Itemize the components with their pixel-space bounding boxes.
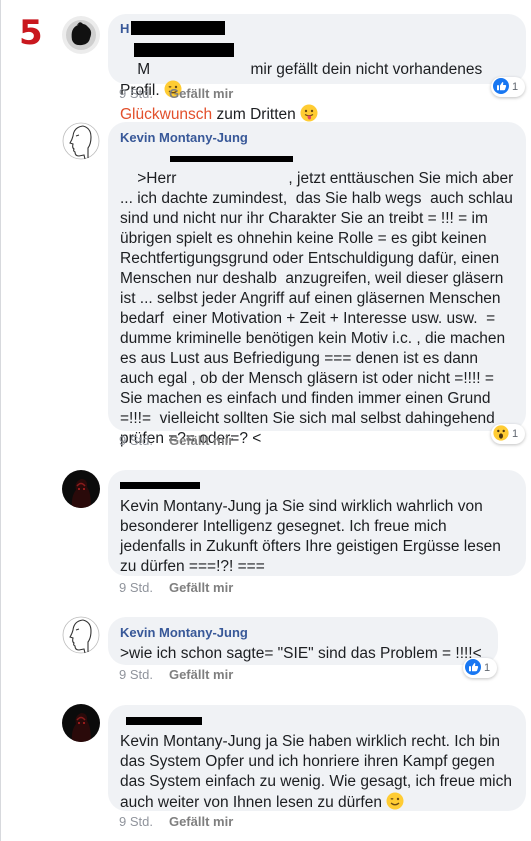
- comment-meta: 9 Std. Gefällt mir: [119, 580, 233, 596]
- avatar[interactable]: [62, 704, 100, 742]
- comment-bubble: Kevin Montany-Jung >wie ich schon sagte=…: [108, 617, 498, 665]
- avatar[interactable]: [62, 122, 100, 160]
- link-text[interactable]: Glückwunsch: [120, 106, 212, 123]
- like-icon: [465, 658, 481, 678]
- like-button[interactable]: Gefällt mir: [169, 814, 233, 829]
- comment-text: Kevin Montany-Jung ja Sie sind wirklich …: [120, 498, 506, 575]
- comment-bubble: Kevin Montany-Jung ja Sie haben wirklich…: [108, 705, 526, 811]
- author-name[interactable]: Kevin Montany-Jung: [120, 624, 486, 641]
- censor-bar: [126, 717, 202, 725]
- avatar[interactable]: [62, 616, 100, 654]
- censor-bar: [134, 43, 234, 57]
- reaction-count: 1: [484, 662, 491, 674]
- comment-bubble: H M mir gefällt dein nicht vorhandenes P…: [108, 14, 526, 123]
- reaction-summary[interactable]: 1: [463, 658, 497, 678]
- reaction-summary[interactable]: 1: [491, 424, 525, 444]
- like-button[interactable]: Gefällt mir: [169, 433, 233, 448]
- reaction-count: 1: [512, 428, 519, 440]
- reaction-count: 1: [512, 81, 519, 93]
- comment-meta: 9 Std. Gefällt mir: [119, 814, 233, 830]
- comment-text: >wie ich schon sagte= "SIE" sind das Pro…: [120, 645, 482, 662]
- like-button[interactable]: Gefällt mir: [169, 667, 233, 682]
- timestamp[interactable]: 9 Std.: [119, 814, 153, 829]
- timestamp[interactable]: 9 Std.: [119, 433, 153, 448]
- comment-text: Kevin Montany-Jung ja Sie haben wirklich…: [120, 732, 514, 816]
- comment-meta: 9 Std. Gefällt mir: [119, 86, 233, 102]
- like-button[interactable]: Gefällt mir: [169, 86, 233, 101]
- annotation-number: 5: [19, 13, 43, 53]
- like-icon: [493, 77, 509, 97]
- avatar[interactable]: [62, 16, 100, 54]
- left-border: [0, 0, 1, 841]
- censor-bar: [131, 21, 225, 35]
- wink-emoji: [386, 792, 404, 816]
- timestamp[interactable]: 9 Std.: [119, 667, 153, 682]
- timestamp[interactable]: 9 Std.: [119, 86, 153, 101]
- like-button[interactable]: Gefällt mir: [169, 580, 233, 595]
- comment-bubble: Kevin Montany-Jung ja Sie sind wirklich …: [108, 470, 526, 576]
- author-name[interactable]: [120, 477, 514, 494]
- wow-emoji: [493, 424, 509, 444]
- author-name[interactable]: [120, 712, 514, 729]
- timestamp[interactable]: 9 Std.: [119, 580, 153, 595]
- reaction-summary[interactable]: 1: [491, 77, 525, 97]
- author-name[interactable]: Kevin Montany-Jung: [120, 129, 514, 146]
- censor-bar: [170, 156, 293, 162]
- comment-meta: 9 Std. Gefällt mir: [119, 667, 233, 683]
- author-name[interactable]: H: [120, 20, 514, 37]
- avatar[interactable]: [62, 470, 100, 508]
- comment-meta: 9 Std. Gefällt mir: [119, 433, 233, 449]
- censor-bar: [120, 482, 200, 489]
- comment-bubble: Kevin Montany-Jung >Herr , jetzt enttäus…: [108, 122, 526, 447]
